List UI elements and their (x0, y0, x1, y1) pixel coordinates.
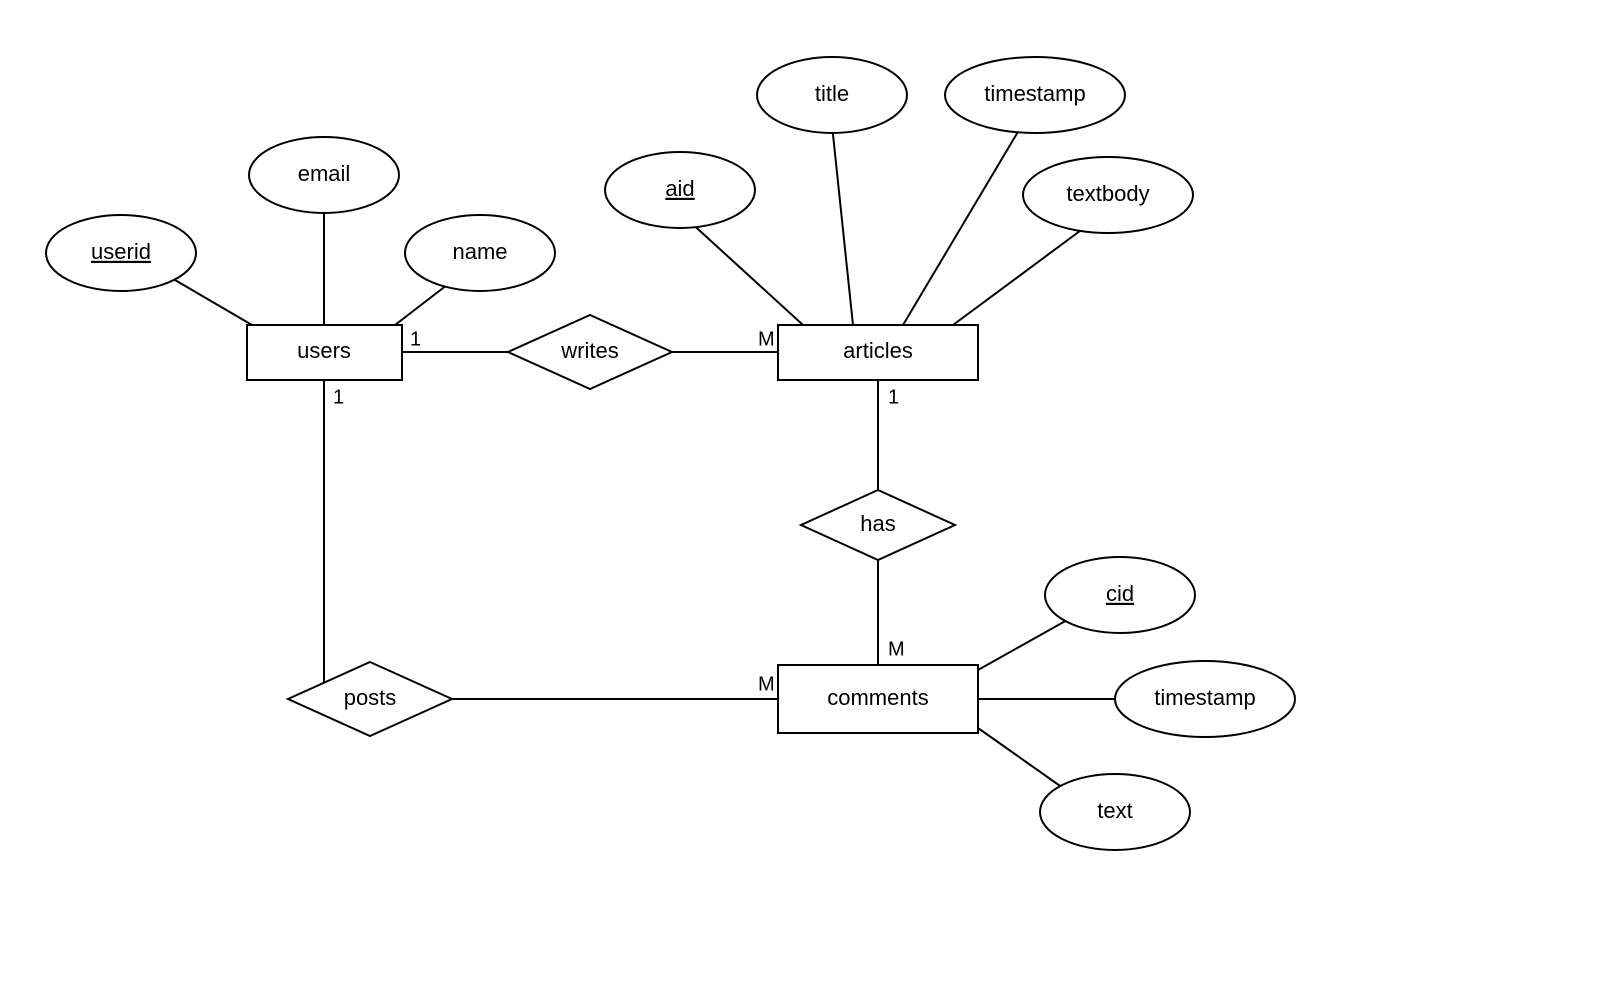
attr-users-email: email (249, 137, 399, 213)
edge-users-userid (175, 280, 252, 325)
card-comments-posts: M (758, 673, 775, 695)
edge-articles-title (832, 125, 853, 325)
card-articles-has: 1 (888, 386, 899, 408)
entity-articles: articles (778, 325, 978, 380)
relationship-posts: posts (288, 662, 452, 736)
attr-comments-text: text (1040, 774, 1190, 850)
attr-users-userid-label: userid (91, 239, 151, 264)
entity-comments-label: comments (827, 685, 928, 710)
entity-users: users (247, 325, 402, 380)
attr-articles-textbody-label: textbody (1066, 181, 1149, 206)
relationship-posts-label: posts (344, 685, 397, 710)
edge-articles-textbody (953, 225, 1088, 325)
er-diagram: 1 M 1 M 1 M users userid email name arti… (0, 0, 1606, 998)
relationship-writes-label: writes (560, 338, 618, 363)
attr-articles-timestamp-label: timestamp (984, 81, 1085, 106)
attr-comments-timestamp: timestamp (1115, 661, 1295, 737)
attr-users-email-label: email (298, 161, 351, 186)
attr-comments-timestamp-label: timestamp (1154, 685, 1255, 710)
attr-users-name-label: name (452, 239, 507, 264)
attr-comments-cid: cid (1045, 557, 1195, 633)
entity-comments: comments (778, 665, 978, 733)
card-users-posts: 1 (333, 386, 344, 408)
attr-comments-cid-label: cid (1106, 581, 1134, 606)
card-comments-has: M (888, 638, 905, 660)
attr-articles-title: title (757, 57, 907, 133)
attr-articles-aid: aid (605, 152, 755, 228)
relationship-has-label: has (860, 511, 895, 536)
edge-articles-timestamp (903, 120, 1025, 325)
attr-users-name: name (405, 215, 555, 291)
attr-articles-aid-label: aid (665, 176, 694, 201)
attr-articles-title-label: title (815, 81, 849, 106)
attr-articles-timestamp: timestamp (945, 57, 1125, 133)
relationship-has: has (801, 490, 955, 560)
edge-articles-aid (688, 220, 803, 325)
card-users-writes: 1 (410, 328, 421, 350)
attr-comments-text-label: text (1097, 798, 1132, 823)
relationship-writes: writes (508, 315, 672, 389)
entity-users-label: users (297, 338, 351, 363)
attr-users-userid: userid (46, 215, 196, 291)
attr-articles-textbody: textbody (1023, 157, 1193, 233)
entity-articles-label: articles (843, 338, 913, 363)
card-articles-writes: M (758, 328, 775, 350)
